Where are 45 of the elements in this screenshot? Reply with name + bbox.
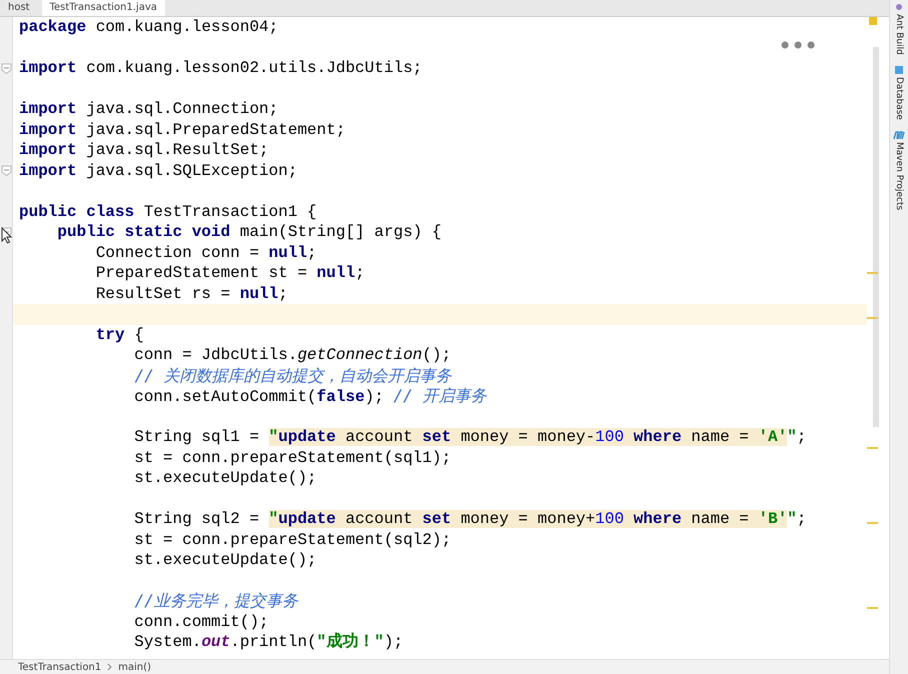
tool-window-button[interactable]: Ant Build	[894, 2, 904, 55]
more-icon[interactable]	[781, 41, 815, 49]
chevron-icon	[107, 663, 112, 671]
code-line: // 关闭数据库的自动提交，自动会开启事务	[134, 368, 452, 386]
tool-window-button[interactable]: Database	[894, 64, 904, 120]
warning-marker[interactable]	[867, 272, 878, 274]
code-line: PreparedStatement st = null;	[94, 264, 365, 282]
analysis-status-icon[interactable]	[869, 17, 877, 25]
editor-tab[interactable]: host	[0, 0, 38, 16]
code-line: try {	[94, 326, 144, 344]
database-icon	[894, 64, 904, 75]
code-line: package com.kuang.lesson04;	[19, 18, 278, 36]
code-line: import java.sql.PreparedStatement;	[19, 120, 346, 138]
code-line: st = conn.prepareStatement(sql2);	[133, 530, 452, 548]
code-line: public class TestTransaction1 {	[19, 202, 317, 220]
code-line: String sql1 = "update account set money = money-100 where name = 'A'";	[133, 428, 806, 446]
code-line: import java.sql.ResultSet;	[19, 141, 269, 159]
code-line: import java.sql.SQLException;	[19, 162, 298, 180]
editor-tab[interactable]: TestTransaction1.java	[42, 0, 165, 16]
warning-marker[interactable]	[867, 317, 878, 319]
code-line: String sql2 = "update account set money = money+100 where name = 'B'";	[133, 510, 806, 528]
fold-icon[interactable]	[0, 62, 12, 74]
fold-icon[interactable]	[0, 165, 12, 176]
warning-marker[interactable]	[867, 522, 878, 524]
bug-icon	[894, 2, 904, 12]
maven-icon	[893, 130, 905, 140]
code-line: Connection conn = null;	[94, 244, 317, 262]
code-line: import com.kuang.lesson02.utils.JdbcUtils;	[19, 59, 422, 77]
code-line: //业务完毕，提交事务	[134, 593, 298, 611]
warning-marker[interactable]	[867, 607, 878, 609]
code-line: st = conn.prepareStatement(sql1);	[133, 448, 452, 466]
scrollbar-thumb[interactable]	[873, 47, 879, 427]
code-line: conn = JdbcUtils.getConnection();	[133, 346, 452, 364]
breadcrumb[interactable]: main()	[118, 662, 152, 672]
code-line: conn.commit();	[133, 612, 269, 630]
code-line: st.executeUpdate();	[133, 469, 317, 487]
warning-marker[interactable]	[867, 447, 878, 449]
tool-window-button[interactable]: Maven Projects	[893, 130, 905, 210]
code-line: public static void main(String[] args) {	[56, 223, 442, 241]
code-line: conn.setAutoCommit(false); // 开启事务	[133, 388, 486, 406]
code-line: System.out.println("成功！");	[133, 633, 404, 651]
code-line: st.executeUpdate();	[133, 551, 317, 569]
code-line: ResultSet rs = null;	[94, 284, 288, 302]
code-line: import java.sql.Connection;	[19, 100, 278, 118]
breadcrumb[interactable]: TestTransaction1	[18, 662, 102, 672]
